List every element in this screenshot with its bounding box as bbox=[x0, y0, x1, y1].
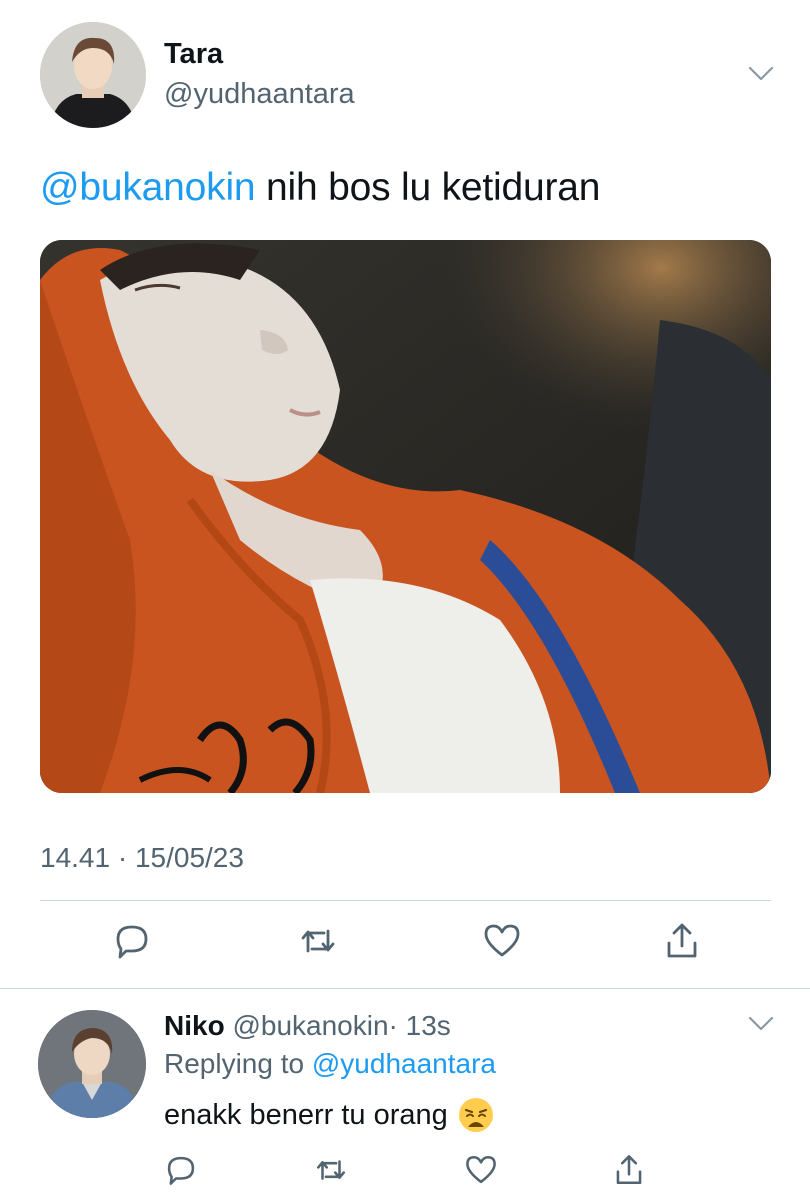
author-name[interactable]: Tara bbox=[164, 38, 223, 71]
reply-author-avatar[interactable] bbox=[38, 1010, 146, 1118]
tweet-timestamp[interactable]: 14.41 · 15/05/23 bbox=[40, 842, 244, 874]
reply-author-handle[interactable]: @bukanokin bbox=[232, 1010, 388, 1041]
reply-reply-icon[interactable] bbox=[160, 1150, 202, 1190]
tweet-text: @bukanokin nih bos lu ketiduran bbox=[40, 166, 600, 210]
replying-to: Replying to @yudhaantara bbox=[164, 1048, 496, 1080]
replying-prefix: Replying to bbox=[164, 1048, 312, 1079]
reply-like-icon[interactable] bbox=[460, 1150, 502, 1190]
reply-retweet-icon[interactable] bbox=[310, 1150, 352, 1190]
share-icon[interactable] bbox=[658, 918, 706, 964]
reply-time[interactable]: · 13s bbox=[389, 1010, 451, 1041]
reply-share-icon[interactable] bbox=[608, 1150, 650, 1190]
author-avatar[interactable] bbox=[40, 22, 146, 128]
divider bbox=[40, 900, 771, 901]
reply-header: Niko @bukanokin· 13s bbox=[164, 1010, 451, 1042]
reply-body: enakk benerr tu orang bbox=[164, 1098, 448, 1131]
chevron-down-icon[interactable] bbox=[748, 66, 774, 82]
author-handle[interactable]: @yudhaantara bbox=[164, 78, 355, 111]
tweet-photo[interactable] bbox=[40, 240, 771, 793]
retweet-icon[interactable] bbox=[294, 918, 342, 964]
reply-chevron-down-icon[interactable] bbox=[748, 1016, 774, 1032]
mention-link[interactable]: @bukanokin bbox=[40, 166, 256, 209]
reply-text: enakk benerr tu orang bbox=[164, 1097, 494, 1133]
like-icon[interactable] bbox=[478, 918, 526, 964]
weary-face-emoji bbox=[458, 1098, 493, 1132]
reply-author-name[interactable]: Niko bbox=[164, 1010, 225, 1041]
tweet-body: nih bos lu ketiduran bbox=[255, 166, 601, 209]
reply-icon[interactable] bbox=[108, 918, 156, 964]
section-divider bbox=[0, 988, 810, 989]
replying-handle[interactable]: @yudhaantara bbox=[312, 1048, 496, 1079]
